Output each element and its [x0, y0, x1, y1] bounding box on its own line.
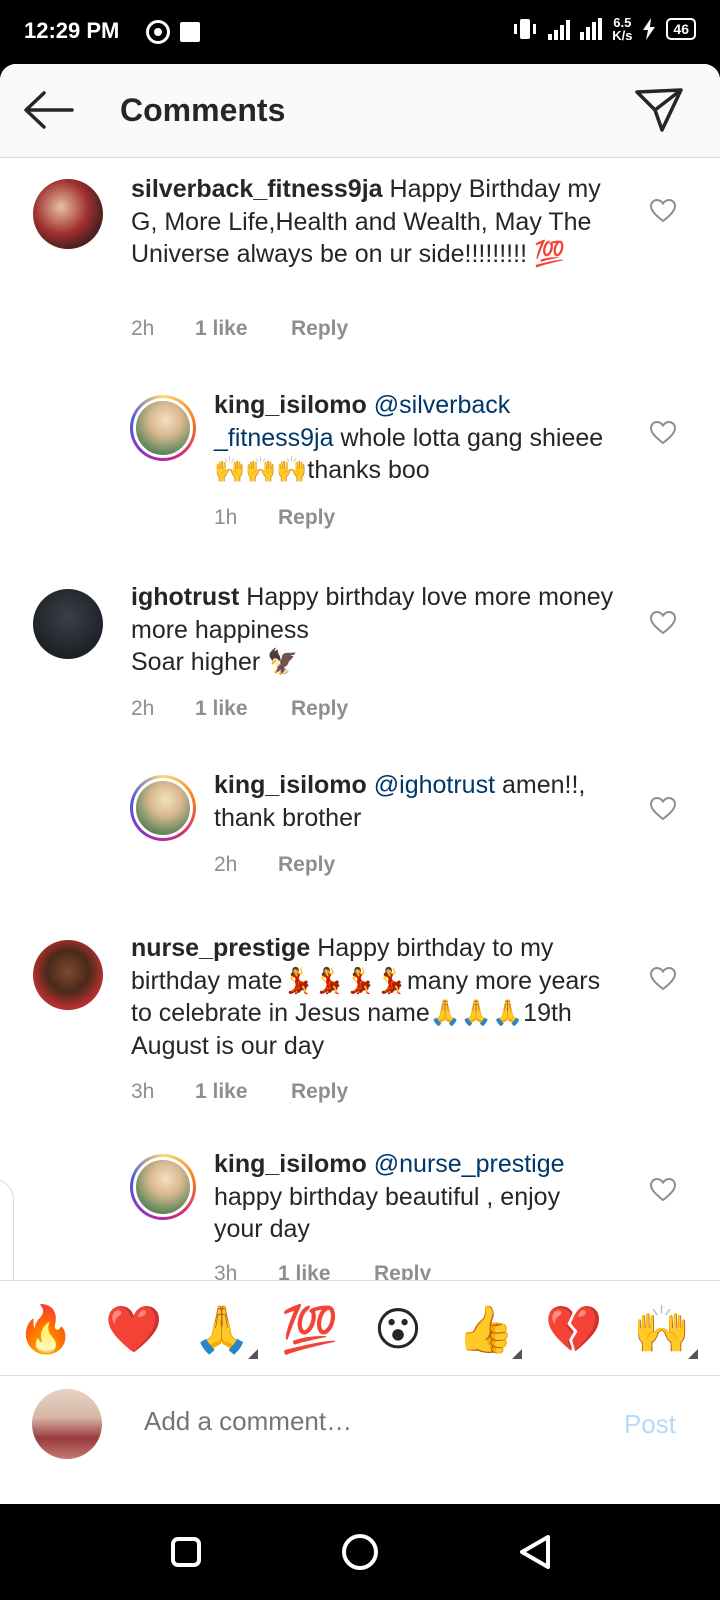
comment-time: 1h	[214, 506, 238, 529]
comment-text: silverback_fitness9ja Happy Birthday my …	[131, 173, 625, 271]
status-indicators: 6.5 K/s 46	[512, 16, 696, 42]
heart-icon[interactable]	[650, 611, 676, 635]
fire-emoji-button[interactable]: 🔥	[16, 1301, 76, 1357]
heart-icon[interactable]	[650, 1178, 676, 1202]
comment-body: happy birthday beautiful , enjoy your da…	[214, 1182, 561, 1244]
comments-screen: Comments silverback_fitness9ja Happy Bir…	[0, 64, 720, 1504]
comment-time: 2h	[131, 697, 155, 720]
comment-username[interactable]: ighotrust	[131, 583, 239, 611]
comment-meta: 1h Reply	[214, 506, 335, 530]
paper-plane-icon[interactable]	[634, 84, 684, 134]
recents-button[interactable]	[171, 1537, 201, 1567]
comment-body-line2: Soar higher 🦅	[131, 648, 299, 676]
comment-input[interactable]	[144, 1406, 604, 1437]
skin-tone-indicator	[248, 1349, 258, 1359]
mention-link[interactable]: @ighotrust	[374, 771, 495, 799]
avatar[interactable]	[33, 179, 103, 249]
raised-hands-emoji: 🙌	[633, 1303, 691, 1355]
comment-meta: 2h Reply	[214, 853, 335, 877]
vibrate-icon	[514, 19, 537, 39]
quick-emoji-bar: 🔥 ❤️ 🙏 💯 😮 👍 💔 🙌	[0, 1280, 720, 1376]
reply-button[interactable]: Reply	[278, 506, 335, 530]
avatar[interactable]	[130, 395, 196, 461]
status-time: 12:29 PM	[24, 18, 120, 43]
status-bar: 12:29 PM 6.5 K/s 46	[0, 0, 720, 64]
heart-icon[interactable]	[650, 199, 676, 223]
comment-meta: 2h 1 like Reply	[131, 317, 348, 341]
comment-time: 3h	[131, 1080, 155, 1103]
heart-icon[interactable]	[650, 797, 676, 821]
thumbs-up-emoji: 👍	[457, 1303, 515, 1355]
header: Comments	[0, 64, 720, 158]
comment-username[interactable]: king_isilomo	[214, 391, 367, 419]
comment-username[interactable]: king_isilomo	[214, 1150, 367, 1178]
comment-username[interactable]: king_isilomo	[214, 771, 367, 799]
reply-button[interactable]: Reply	[291, 1080, 348, 1104]
heart-icon[interactable]	[650, 421, 676, 445]
comment-time: 2h	[131, 317, 155, 340]
avatar[interactable]	[130, 1154, 196, 1220]
signal-h-plus-icon	[580, 18, 603, 40]
comment-text: king_isilomo @nurse_prestige happy birth…	[214, 1148, 614, 1246]
network-speed-unit: K/s	[612, 28, 633, 43]
reply-button[interactable]: Reply	[278, 853, 335, 877]
notification-icon	[180, 22, 200, 42]
avatar[interactable]	[33, 589, 103, 659]
raised-hands-emoji-button[interactable]: 🙌	[632, 1301, 698, 1359]
skin-tone-indicator	[688, 1349, 698, 1359]
comment-text: king_isilomo @silverback _fitness9ja who…	[214, 389, 614, 487]
comment-text: ighotrust Happy birthday love more money…	[131, 581, 625, 679]
home-button[interactable]	[342, 1534, 378, 1570]
comment-username[interactable]: nurse_prestige	[131, 934, 310, 962]
comments-list[interactable]: silverback_fitness9ja Happy Birthday my …	[0, 159, 720, 1371]
nav-back-icon[interactable]	[516, 1532, 556, 1572]
arrow-left-icon[interactable]	[22, 90, 74, 130]
reply-button[interactable]: Reply	[291, 697, 348, 721]
hundred-emoji-button[interactable]: 💯	[280, 1301, 340, 1357]
comment-time: 2h	[214, 853, 238, 876]
comment-likes[interactable]: 1 like	[195, 1080, 291, 1104]
chrome-icon	[146, 20, 170, 44]
comment-composer: Post	[0, 1376, 720, 1472]
heart-icon[interactable]	[650, 967, 676, 991]
avatar[interactable]	[130, 775, 196, 841]
battery-icon: 46	[666, 18, 696, 40]
comment-text: nurse_prestige Happy birthday to my birt…	[131, 932, 625, 1062]
surprised-emoji-button[interactable]: 😮	[368, 1301, 428, 1357]
charging-icon	[643, 18, 656, 40]
comment-likes[interactable]: 1 like	[195, 697, 291, 721]
network-speed: 6.5 K/s	[612, 16, 632, 42]
my-avatar	[32, 1389, 102, 1459]
skin-tone-indicator	[512, 1349, 522, 1359]
mention-link[interactable]: @nurse_prestige	[374, 1150, 565, 1178]
system-nav-bar	[0, 1504, 720, 1600]
post-button[interactable]: Post	[624, 1409, 676, 1440]
comment-text: king_isilomo @ighotrust amen!!, thank br…	[214, 769, 614, 834]
signal-icon	[548, 18, 571, 40]
reply-button[interactable]: Reply	[291, 317, 348, 341]
avatar[interactable]	[33, 940, 103, 1010]
comment-meta: 3h 1 like Reply	[131, 1080, 348, 1104]
pray-emoji-button[interactable]: 🙏	[192, 1301, 258, 1359]
page-title: Comments	[120, 92, 286, 128]
broken-heart-emoji-button[interactable]: 💔	[544, 1301, 604, 1357]
comment-username[interactable]: silverback_fitness9ja	[131, 175, 383, 203]
pray-emoji: 🙏	[193, 1303, 251, 1355]
thumbs-up-emoji-button[interactable]: 👍	[456, 1301, 522, 1359]
heart-emoji-button[interactable]: ❤️	[104, 1301, 164, 1357]
comment-likes[interactable]: 1 like	[195, 317, 291, 341]
comment-meta: 2h 1 like Reply	[131, 697, 348, 721]
